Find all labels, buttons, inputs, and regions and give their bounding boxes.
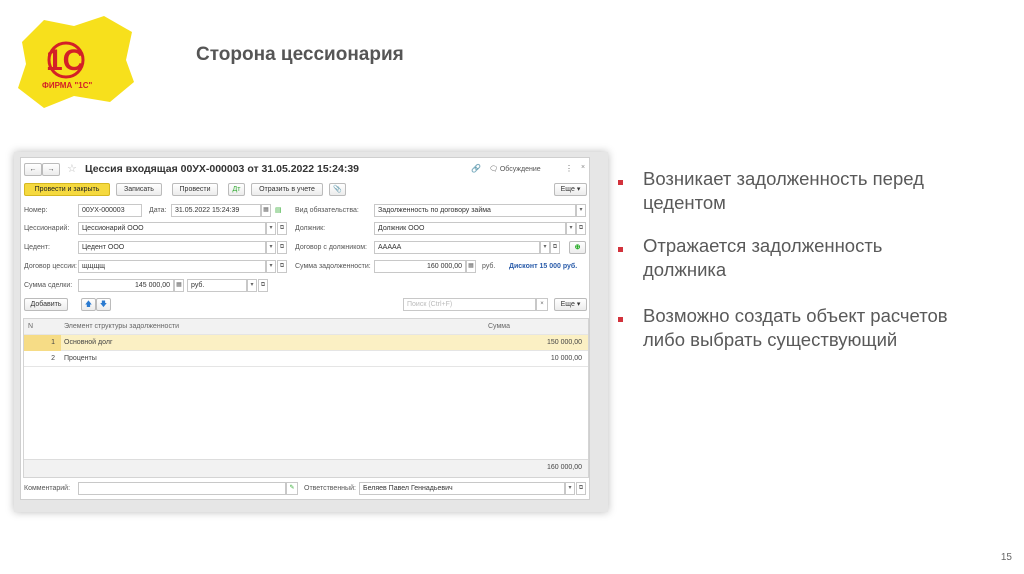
- debt-currency: руб.: [482, 263, 496, 270]
- calculator-icon[interactable]: ▦: [174, 279, 184, 292]
- bullet-icon: [618, 247, 623, 252]
- table-header: N Элемент структуры задолженности Сумма: [24, 319, 588, 335]
- bullet-icon: [618, 180, 623, 185]
- dropdown-icon[interactable]: ▾: [247, 279, 257, 292]
- dropdown-icon[interactable]: ▾: [566, 222, 576, 235]
- debtor-contract-field[interactable]: ААААА: [374, 241, 540, 254]
- reflect-button[interactable]: Отразить в учете: [251, 183, 323, 196]
- move-down-icon[interactable]: 🡇: [96, 298, 111, 311]
- dropdown-icon[interactable]: ▾: [540, 241, 550, 254]
- date-label: Дата:: [149, 207, 167, 214]
- dropdown-icon[interactable]: ▾: [576, 204, 586, 217]
- dropdown-icon[interactable]: ▾: [266, 260, 276, 273]
- debt-structure-table: N Элемент структуры задолженности Сумма …: [23, 318, 589, 478]
- debtor-contract-label: Договор с должником:: [295, 244, 367, 251]
- debtor-label: Должник:: [295, 225, 326, 232]
- row-element: Основной долг: [64, 339, 113, 346]
- header-sum[interactable]: Сумма: [488, 319, 510, 335]
- number-field[interactable]: 00УХ-000003: [78, 204, 142, 217]
- company-logo: 1С ФИРМА "1С": [14, 12, 136, 110]
- more-menu-icon[interactable]: ⋮: [565, 164, 573, 173]
- header-n[interactable]: N: [24, 319, 61, 335]
- edit-comment-icon[interactable]: ✎: [286, 482, 298, 495]
- forward-button[interactable]: →: [42, 163, 60, 176]
- bullet-text: Отражается задолженность должника: [643, 235, 883, 280]
- debtor-field[interactable]: Должник ООО: [374, 222, 566, 235]
- add-button[interactable]: Добавить: [24, 298, 68, 311]
- clear-search-icon[interactable]: ×: [536, 298, 548, 311]
- header-element[interactable]: Элемент структуры задолженности: [64, 319, 179, 335]
- responsible-label: Ответственный:: [304, 485, 356, 492]
- debt-sum-label: Сумма задолженности:: [295, 263, 371, 270]
- open-icon[interactable]: ⧉: [550, 241, 560, 254]
- open-icon[interactable]: ⧉: [258, 279, 268, 292]
- dropdown-icon[interactable]: ▾: [266, 241, 276, 254]
- open-icon[interactable]: ⧉: [277, 260, 287, 273]
- dropdown-icon[interactable]: ▾: [565, 482, 575, 495]
- row-sum: 150 000,00: [546, 339, 582, 346]
- deal-sum-label: Сумма сделки:: [24, 282, 73, 289]
- row-sum: 10 000,00: [550, 355, 582, 362]
- page-number: 15: [1000, 552, 1012, 563]
- table-total: 160 000,00: [24, 459, 588, 477]
- number-edit-icon[interactable]: ▤: [275, 206, 282, 214]
- table-row[interactable]: 1 Основной долг 150 000,00: [24, 335, 588, 351]
- assignor-label: Цедент:: [24, 244, 50, 251]
- bullet-icon: [618, 317, 623, 322]
- create-plus-icon[interactable]: ⊕: [569, 241, 586, 254]
- discussion-button[interactable]: 🗨 Обсуждение: [489, 165, 541, 173]
- row-element: Проценты: [64, 355, 97, 362]
- calculator-icon[interactable]: ▦: [466, 260, 476, 273]
- post-and-close-button[interactable]: Провести и закрыть: [24, 183, 110, 196]
- document-window: ← → ☆ Цессия входящая 00УХ-000003 от 31.…: [20, 157, 590, 500]
- open-icon[interactable]: ⧉: [277, 241, 287, 254]
- total-sum: 160 000,00: [546, 464, 582, 471]
- comment-label: Комментарий:: [24, 485, 71, 492]
- post-button[interactable]: Провести: [172, 183, 218, 196]
- number-label: Номер:: [24, 207, 48, 214]
- slide-title: Сторона цессионария: [196, 44, 404, 65]
- svg-text:ФИРМА "1С": ФИРМА "1С": [42, 81, 92, 90]
- responsible-field[interactable]: Беляев Павел Геннадьевич: [359, 482, 565, 495]
- currency-field[interactable]: руб.: [187, 279, 247, 292]
- open-icon[interactable]: ⧉: [277, 222, 287, 235]
- bullet-text: Возникает задолженность перед цедентом: [643, 168, 924, 213]
- table-more-button[interactable]: Еще ▾: [554, 298, 587, 311]
- save-button[interactable]: Записать: [116, 183, 162, 196]
- back-button[interactable]: ←: [24, 163, 42, 176]
- assignee-label: Цессионарий:: [24, 225, 70, 232]
- date-field[interactable]: 31.05.2022 15:24:39: [171, 204, 261, 217]
- link-icon[interactable]: 🔗: [471, 164, 481, 173]
- calendar-icon[interactable]: ▦: [261, 204, 271, 217]
- attach-icon[interactable]: 📎: [329, 183, 346, 196]
- dt-kt-icon[interactable]: Дт: [228, 183, 245, 196]
- obligation-label: Вид обязательства:: [295, 207, 359, 214]
- move-up-icon[interactable]: 🡅: [81, 298, 96, 311]
- favorite-star-icon[interactable]: ☆: [67, 162, 77, 175]
- contract-label: Договор цессии:: [24, 263, 77, 270]
- row-number: 2: [51, 355, 55, 362]
- discount-text: Дисконт 15 000 руб.: [509, 263, 578, 270]
- row-number: 1: [24, 335, 61, 351]
- bullet-text: Возможно создать объект расчетов либо выб…: [643, 305, 948, 350]
- open-icon[interactable]: ⧉: [576, 482, 586, 495]
- assignor-field[interactable]: Цедент ООО: [78, 241, 266, 254]
- assignee-field[interactable]: Цессионарий ООО: [78, 222, 266, 235]
- table-row[interactable]: 2 Проценты 10 000,00: [24, 351, 588, 367]
- discussion-label: Обсуждение: [499, 166, 541, 173]
- debt-sum-field[interactable]: 160 000,00: [374, 260, 466, 273]
- more-button[interactable]: Еще ▾: [554, 183, 587, 196]
- window-title: Цессия входящая 00УХ-000003 от 31.05.202…: [85, 163, 360, 175]
- obligation-field[interactable]: Задолженность по договору займа: [374, 204, 576, 217]
- comment-field[interactable]: [78, 482, 286, 495]
- dropdown-icon[interactable]: ▾: [266, 222, 276, 235]
- open-icon[interactable]: ⧉: [576, 222, 586, 235]
- search-input[interactable]: Поиск (Ctrl+F): [403, 298, 536, 311]
- close-icon[interactable]: ×: [581, 164, 585, 171]
- deal-sum-field[interactable]: 145 000,00: [78, 279, 174, 292]
- contract-field[interactable]: щщщщ: [78, 260, 266, 273]
